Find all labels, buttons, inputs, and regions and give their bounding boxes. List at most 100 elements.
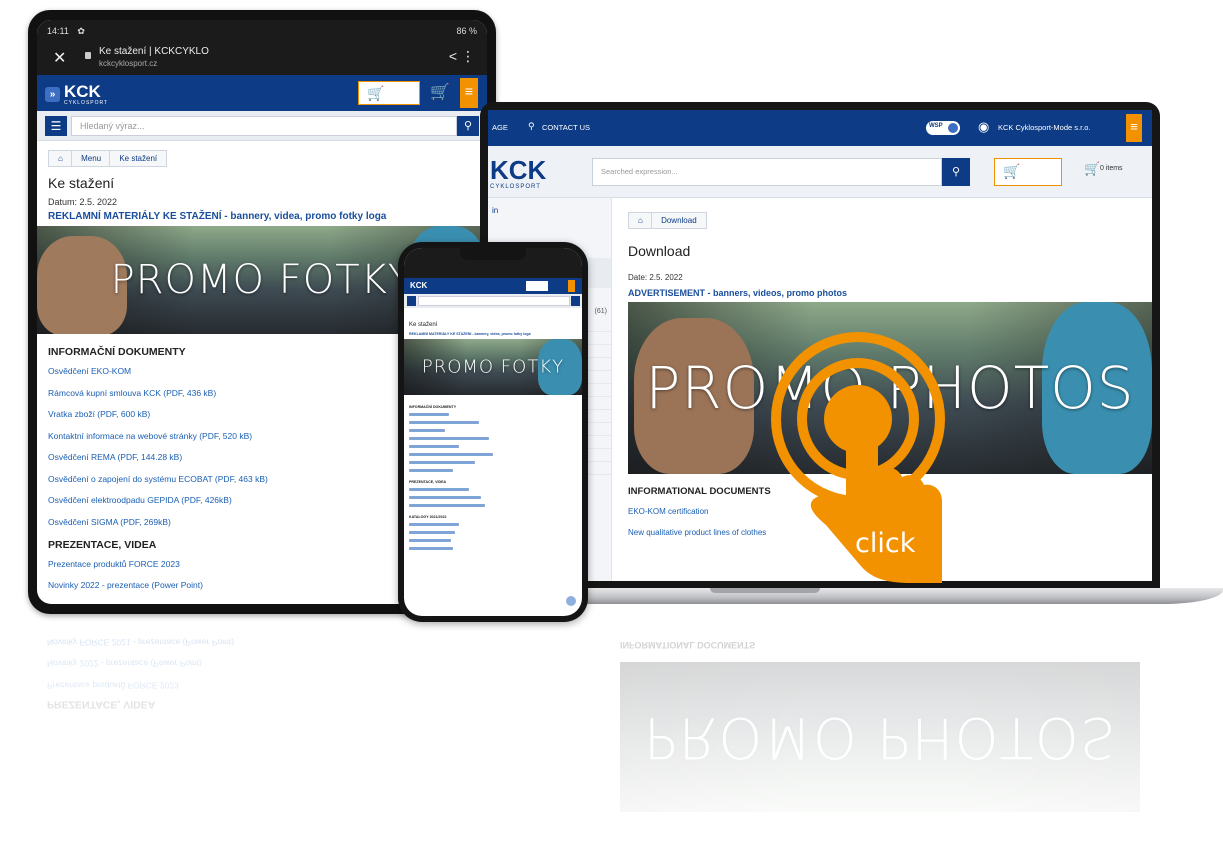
- logo-subtitle: CYKLOSPORT: [64, 100, 109, 106]
- menu-button[interactable]: [568, 280, 575, 292]
- lock-icon: [85, 52, 91, 59]
- cart-icon[interactable]: 🛒: [430, 82, 450, 102]
- category-menu-icon[interactable]: ☰: [45, 116, 67, 136]
- search-icon[interactable]: ⚲: [942, 158, 970, 186]
- location-icon: ⚲: [528, 121, 535, 131]
- video-link[interactable]: [409, 488, 469, 491]
- top-bar: AGE ⚲ CONTACT US WSP ◉ KCK Cyklosport-Mo…: [488, 110, 1152, 146]
- tablet-reflection: PREZENTACE, VIDEA Prezentace produktů FO…: [37, 616, 487, 864]
- settings-icon: ✿: [77, 26, 85, 36]
- click-gesture-overlay: click: [760, 325, 970, 585]
- video-link[interactable]: [409, 496, 481, 499]
- search-bar: [404, 294, 582, 308]
- catalog-link[interactable]: [409, 531, 455, 534]
- share-icon[interactable]: <: [449, 48, 457, 64]
- account-name[interactable]: KCK Cyklosport-Mode s.r.o.: [998, 123, 1091, 132]
- wsp-toggle-label: WSP: [929, 123, 943, 129]
- search-input[interactable]: Searched expression...: [592, 158, 942, 186]
- status-time: 14:11: [47, 26, 69, 36]
- breadcrumb: ⌂ Menu Ke stažení: [48, 150, 476, 167]
- article-headline[interactable]: REKLAMNÍ MATERIÁLY KE STAŽENÍ - bannery,…: [409, 332, 577, 336]
- more-menu-icon[interactable]: ⋮: [461, 48, 475, 65]
- category-menu-icon[interactable]: [407, 296, 416, 306]
- page-date: Datum: 2.5. 2022: [48, 197, 118, 207]
- cart-icon[interactable]: 🛒: [1084, 161, 1100, 177]
- site-logo[interactable]: » KCK CYKLOSPORT: [45, 82, 108, 106]
- doc-link[interactable]: [409, 413, 449, 416]
- doc-link[interactable]: [409, 445, 459, 448]
- section-documents: INFORMAČNÍ DOKUMENTY: [409, 405, 457, 409]
- breadcrumb: ⌂ Download: [628, 212, 1138, 229]
- breadcrumb-menu[interactable]: Menu: [71, 150, 112, 167]
- phone-screen: KCK Ke stažení REKLAMNÍ MATERIÁLY KE STA…: [404, 248, 582, 616]
- doc-link[interactable]: [409, 461, 475, 464]
- page-title: Ke stažení: [48, 175, 115, 191]
- home-icon[interactable]: ⌂: [628, 212, 653, 229]
- section-catalogs: KATALOGY 2021/2022: [409, 515, 447, 519]
- search-input[interactable]: Hledaný výraz...: [71, 116, 457, 136]
- logo-text: KCK: [64, 82, 101, 101]
- catalog-link[interactable]: [409, 523, 459, 526]
- breadcrumb-download[interactable]: Download: [651, 212, 707, 229]
- browser-bar: ✕ Ke stažení | KCKCYKLO kckcyklosport.cz…: [37, 42, 487, 75]
- search-icon[interactable]: ⚲: [457, 116, 479, 136]
- search-icon[interactable]: [571, 296, 580, 306]
- site-header: KCK: [404, 278, 582, 294]
- page-title: Ke stažení: [409, 322, 438, 328]
- close-icon[interactable]: ✕: [53, 48, 66, 68]
- doc-link[interactable]: [409, 429, 445, 432]
- battery-level: 86 %: [456, 26, 477, 36]
- reflected-video-link: Novinky 2022 - prezentace (Power Point): [47, 659, 202, 669]
- video-link[interactable]: [409, 504, 485, 507]
- site-logo[interactable]: KCK: [410, 281, 427, 290]
- reflected-section-videos: PREZENTACE, VIDEA: [47, 698, 156, 711]
- click-label: click: [855, 528, 916, 559]
- logo-text: KCK: [490, 155, 547, 185]
- phone-device: KCK Ke stažení REKLAMNÍ MATERIÁLY KE STA…: [398, 242, 588, 622]
- reflected-promo: PROMO PHOTOS: [620, 662, 1140, 812]
- browser-url[interactable]: kckcyklosport.cz: [99, 59, 157, 68]
- menu-button[interactable]: ≡: [460, 78, 478, 108]
- scroll-up-icon[interactable]: [566, 596, 576, 606]
- site-logo[interactable]: KCK CYKLOSPORT: [490, 155, 546, 190]
- catalog-link[interactable]: [409, 547, 453, 550]
- logo-subtitle: CYKLOSPORT: [490, 184, 541, 190]
- browser-tab-title: Ke stažení | KCKCYKLO: [99, 46, 209, 57]
- page-title: Download: [628, 243, 691, 259]
- site-header: » KCK CYKLOSPORT 🛒 🛒 ≡: [37, 75, 487, 111]
- laptop-reflection: PROMO PHOTOS INFORMATIONAL DOCUMENTS: [620, 640, 1140, 864]
- article-headline[interactable]: ADVERTISEMENT - banners, videos, promo p…: [628, 288, 1138, 298]
- wsp-toggle[interactable]: WSP: [926, 121, 960, 135]
- reflected-promo-text: PROMO PHOTOS: [643, 704, 1117, 770]
- laptop-hinge: [710, 588, 820, 593]
- top-link-partial[interactable]: AGE: [492, 123, 508, 132]
- user-icon[interactable]: ◉: [978, 119, 989, 135]
- logo-mark-icon: »: [45, 87, 60, 102]
- home-icon[interactable]: ⌂: [48, 150, 73, 167]
- doc-link[interactable]: [409, 437, 489, 440]
- article-headline[interactable]: REKLAMNÍ MATERIÁLY KE STAŽENÍ - bannery,…: [48, 211, 476, 222]
- phone-notch: [460, 248, 526, 260]
- section-videos: PREZENTACE, VIDEA: [409, 480, 447, 484]
- cart-summary[interactable]: 🛒: [994, 158, 1062, 186]
- search-bar: ☰ Hledaný výraz... ⚲: [37, 111, 487, 141]
- reflected-video-link: Novinky FORCE 2021 - prezentace (Power P…: [47, 637, 235, 648]
- contact-link[interactable]: CONTACT US: [542, 123, 590, 132]
- reflected-video-link: Prezentace produktů FORCE 2023: [47, 680, 179, 691]
- promo-banner[interactable]: PROMO FOTKY: [404, 339, 582, 395]
- site-header: KCK CYKLOSPORT Searched expression... ⚲ …: [488, 146, 1152, 198]
- cart-items-count: 0 items: [1100, 165, 1123, 172]
- doc-link[interactable]: [409, 453, 493, 456]
- page-date: Date: 2.5. 2022: [628, 273, 683, 282]
- search-input[interactable]: [418, 296, 570, 306]
- toggle-knob: [948, 123, 958, 133]
- doc-link[interactable]: [409, 469, 453, 472]
- cart-summary[interactable]: 🛒: [358, 81, 420, 105]
- catalog-link[interactable]: [409, 539, 451, 542]
- menu-button[interactable]: ≡: [1126, 114, 1142, 142]
- cart-summary[interactable]: [526, 281, 548, 291]
- reflected-section-docs: INFORMATIONAL DOCUMENTS: [620, 640, 756, 650]
- breadcrumb-downloads[interactable]: Ke stažení: [109, 150, 168, 167]
- promo-text: PROMO FOTKY: [421, 356, 565, 378]
- doc-link[interactable]: [409, 421, 479, 424]
